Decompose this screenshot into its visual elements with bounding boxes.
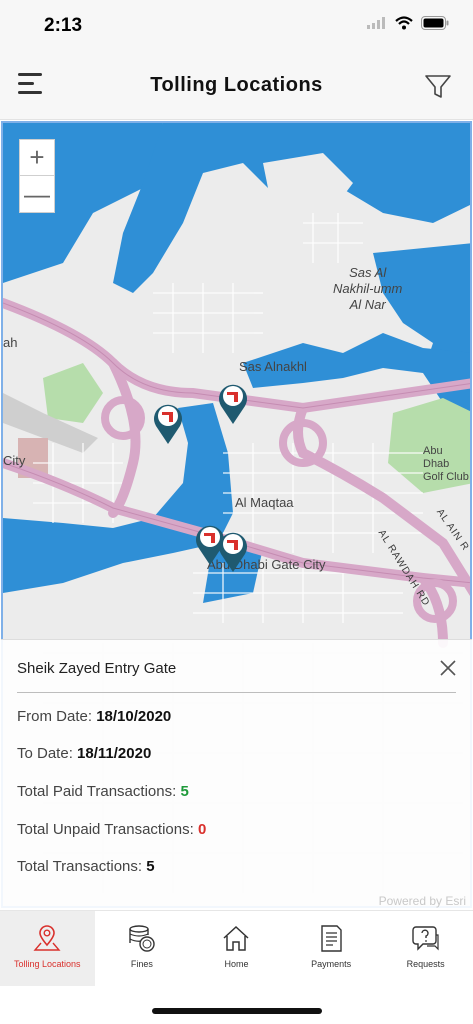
from-date-label: From Date:: [17, 708, 93, 725]
status-icons: [367, 16, 449, 30]
battery-icon: [421, 16, 449, 30]
close-icon[interactable]: [440, 660, 456, 676]
nav-payments[interactable]: Payments: [284, 911, 379, 986]
nav-label: Payments: [311, 959, 352, 969]
from-date-value: 18/10/2020: [96, 708, 172, 725]
toll-location-pin[interactable]: [216, 381, 250, 425]
page-title: Tolling Locations: [150, 74, 323, 96]
zoom-in-button[interactable]: +: [20, 140, 54, 176]
zoom-control: + —: [19, 139, 55, 213]
to-date-label: To Date:: [17, 745, 73, 762]
map-label-city: City: [3, 453, 26, 468]
nav-label: Home: [224, 959, 249, 969]
home-icon: [223, 925, 249, 951]
total-transactions-value: 5: [146, 858, 155, 875]
map-label-ah: ah: [3, 335, 18, 350]
unpaid-transactions-label: Total Unpaid Transactions:: [17, 821, 194, 838]
toll-info-popup: Sheik Zayed Entry Gate From Date: 18/10/…: [1, 639, 472, 908]
map-label-text: Sas Al Nakhil-umm Al Nar: [333, 265, 403, 312]
nav-fines[interactable]: Fines: [95, 911, 190, 986]
bottom-nav: Tolling Locations Fines Home Payments Re…: [0, 910, 473, 986]
nav-label: Tolling Locations: [14, 959, 81, 969]
to-date-row: To Date: 18/11/2020: [17, 745, 151, 762]
document-icon: [321, 925, 342, 952]
nav-tolling-locations[interactable]: Tolling Locations: [0, 911, 95, 986]
popup-divider: [17, 692, 456, 693]
status-time: 2:13: [44, 15, 83, 36]
map-label-al-maqtaa: Al Maqtaa: [235, 495, 294, 510]
status-bar: 2:13: [0, 0, 473, 56]
paid-transactions-row: Total Paid Transactions: 5: [17, 783, 189, 800]
filter-icon[interactable]: [423, 72, 453, 102]
location-pin-icon: [33, 925, 61, 951]
map-label-sas-alnakhl: Sas Alnakhl: [239, 359, 307, 374]
total-transactions-row: Total Transactions: 5: [17, 858, 155, 875]
map-label-sas-al-nakhil-umm: Sas Al Nakhil-umm Al Nar: [333, 265, 402, 313]
paid-transactions-label: Total Paid Transactions:: [17, 783, 177, 800]
map-attribution: Powered by Esri: [378, 894, 466, 908]
wifi-icon: [395, 16, 413, 30]
coins-icon: [129, 925, 155, 952]
map-label-golf-club: Abu Dhab Golf Club: [423, 445, 469, 483]
home-indicator: [152, 1008, 322, 1014]
nav-label: Requests: [406, 959, 445, 969]
total-transactions-label: Total Transactions:: [17, 858, 143, 875]
nav-home[interactable]: Home: [189, 911, 284, 986]
from-date-row: From Date: 18/10/2020: [17, 708, 171, 725]
popup-title: Sheik Zayed Entry Gate: [17, 660, 177, 677]
toll-location-pin[interactable]: [151, 401, 185, 445]
unpaid-transactions-row: Total Unpaid Transactions: 0: [17, 821, 206, 838]
signal-icon: [367, 17, 385, 29]
nav-requests[interactable]: Requests: [378, 911, 473, 986]
unpaid-transactions-value: 0: [197, 821, 207, 838]
to-date-value: 18/11/2020: [77, 745, 152, 762]
nav-label: Fines: [130, 959, 153, 969]
question-chat-icon: [411, 926, 439, 951]
app-header: Tolling Locations: [0, 56, 473, 120]
paid-transactions-value: 5: [180, 783, 189, 800]
zoom-out-button[interactable]: —: [20, 176, 54, 212]
toll-location-pin[interactable]: [216, 529, 250, 573]
